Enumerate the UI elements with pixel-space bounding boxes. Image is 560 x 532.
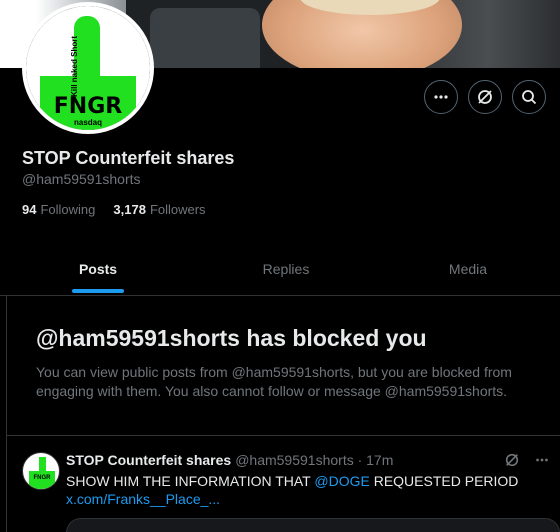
search-icon [522, 90, 537, 105]
post-text-after: REQUESTED PERIOD [369, 473, 519, 489]
more-icon [536, 458, 548, 462]
post-text: SHOW HIM THE INFORMATION THAT @DOGE REQU… [66, 473, 518, 489]
followers-count: 3,178 [113, 202, 146, 217]
followers-link[interactable]: 3,178 Followers [113, 202, 205, 217]
more-icon [434, 95, 448, 99]
profile-name: STOP Counterfeit shares [22, 148, 235, 168]
grok-button[interactable] [468, 80, 502, 114]
profile-avatar[interactable]: Kill naked Short FNGR nasdaq [22, 2, 154, 134]
post-link[interactable]: x.com/Franks__Place_... [66, 491, 220, 507]
post-text-before: SHOW HIM THE INFORMATION THAT [66, 473, 315, 489]
following-label: Following [40, 202, 96, 217]
following-link[interactable]: 94 Following [22, 202, 95, 217]
grok-icon [478, 90, 492, 104]
tab-media[interactable]: Media [376, 242, 560, 295]
post-avatar-text: FNGR [33, 475, 51, 481]
link-card[interactable] [66, 518, 560, 532]
tab-replies-label: Replies [262, 260, 310, 277]
profile-actions [424, 80, 546, 114]
post-avatar[interactable]: FNGR [22, 452, 60, 490]
avatar-logo-text: FNGR [53, 94, 123, 119]
post-mention[interactable]: @DOGE [314, 473, 369, 489]
profile-tabs: Posts Replies Media [0, 242, 560, 296]
grok-icon [505, 453, 519, 467]
post-author-meta[interactable]: @ham59591shorts · 17m [235, 452, 393, 468]
avatar-small-text: nasdaq [73, 118, 102, 127]
post-header: STOP Counterfeit shares @ham59591shorts … [66, 452, 393, 468]
blocked-title: @ham59591shorts has blocked you [36, 325, 427, 351]
tab-posts[interactable]: Posts [0, 242, 196, 295]
active-tab-indicator [72, 289, 124, 293]
post-author-name[interactable]: STOP Counterfeit shares [66, 452, 231, 468]
post-grok-button[interactable] [504, 452, 520, 471]
tab-posts-label: Posts [78, 260, 118, 277]
tab-replies[interactable]: Replies [196, 242, 376, 295]
tab-media-label: Media [448, 260, 488, 277]
profile-handle: @ham59591shorts [22, 171, 141, 187]
follow-stats: 94 Following 3,178 Followers [22, 202, 206, 217]
following-count: 94 [22, 202, 37, 217]
post-actions [504, 452, 550, 471]
search-button[interactable] [512, 80, 546, 114]
blocked-description: You can view public posts from @ham59591… [36, 364, 512, 399]
divider [6, 435, 560, 436]
followers-label: Followers [149, 202, 206, 217]
avatar-vertical-text: Kill naked Short [70, 36, 79, 97]
post-more-button[interactable] [534, 452, 550, 471]
more-button[interactable] [424, 80, 458, 114]
column-border [6, 296, 7, 532]
